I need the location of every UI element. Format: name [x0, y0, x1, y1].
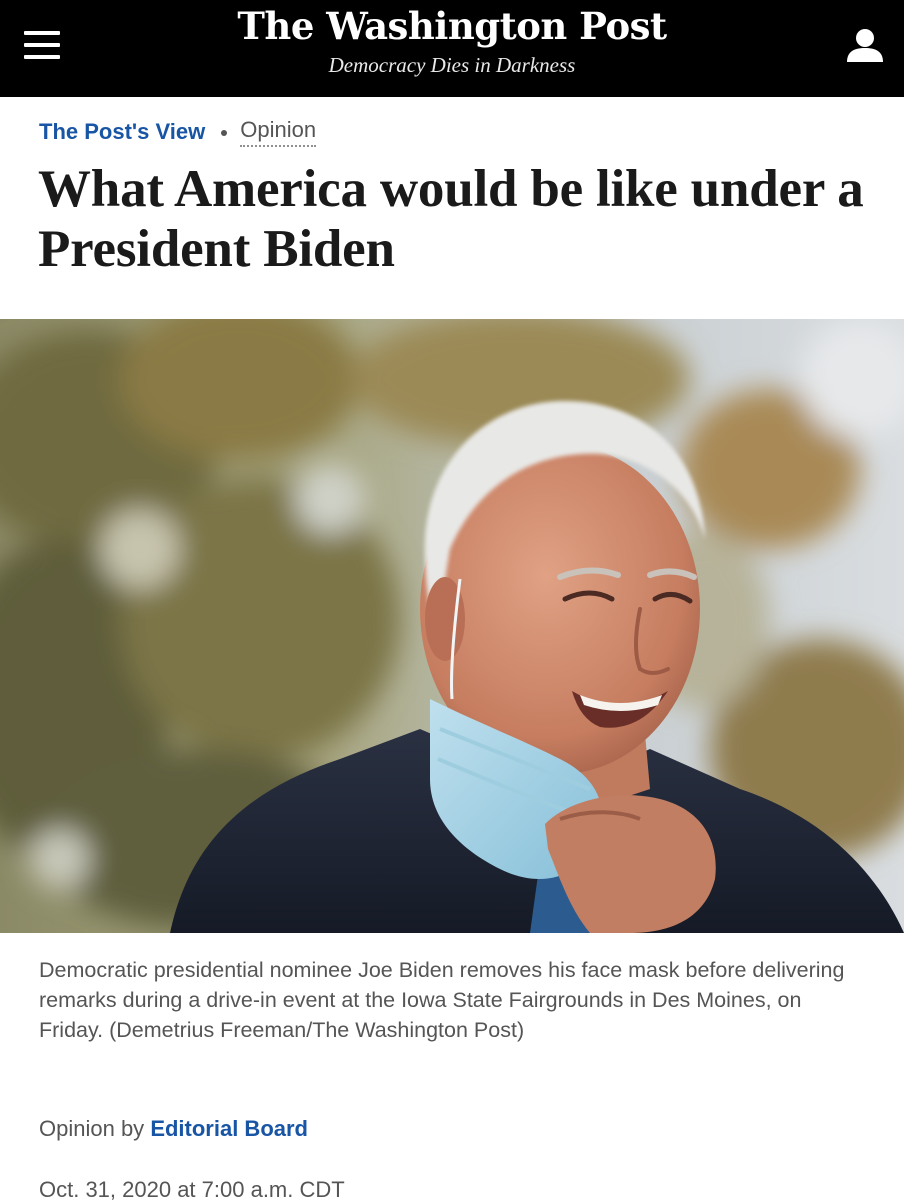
site-logo[interactable]: The Washington Post: [0, 3, 904, 49]
author-link[interactable]: Editorial Board: [150, 1116, 308, 1141]
user-account-icon[interactable]: [846, 27, 884, 65]
menu-bar-bottom: [24, 55, 60, 59]
publish-date: Oct. 31, 2020 at 7:00 a.m. CDT: [39, 1177, 345, 1200]
user-silhouette-icon: [847, 29, 883, 62]
menu-bar-top: [24, 31, 60, 35]
lead-photo: [0, 319, 904, 933]
photo-caption: Democratic presidential nominee Joe Bide…: [39, 958, 845, 1042]
article-headline: What America would be like under a Presi…: [38, 160, 864, 278]
byline-prefix: Opinion by: [39, 1116, 145, 1141]
article-kicker: The Post's View Opinion: [39, 114, 317, 150]
lead-photo-image: [0, 319, 904, 933]
hamburger-menu-icon[interactable]: [22, 28, 62, 62]
section-link[interactable]: The Post's View: [39, 119, 205, 145]
menu-bar-middle: [24, 43, 60, 47]
opinion-label[interactable]: Opinion: [240, 117, 317, 147]
masthead: The Washington Post Democracy Dies in Da…: [0, 0, 904, 77]
top-bar: The Washington Post Democracy Dies in Da…: [0, 0, 904, 97]
site-tagline: Democracy Dies in Darkness: [328, 53, 576, 77]
kicker-separator-dot: [221, 130, 228, 136]
byline: Opinion by Editorial Board: [39, 1114, 308, 1144]
